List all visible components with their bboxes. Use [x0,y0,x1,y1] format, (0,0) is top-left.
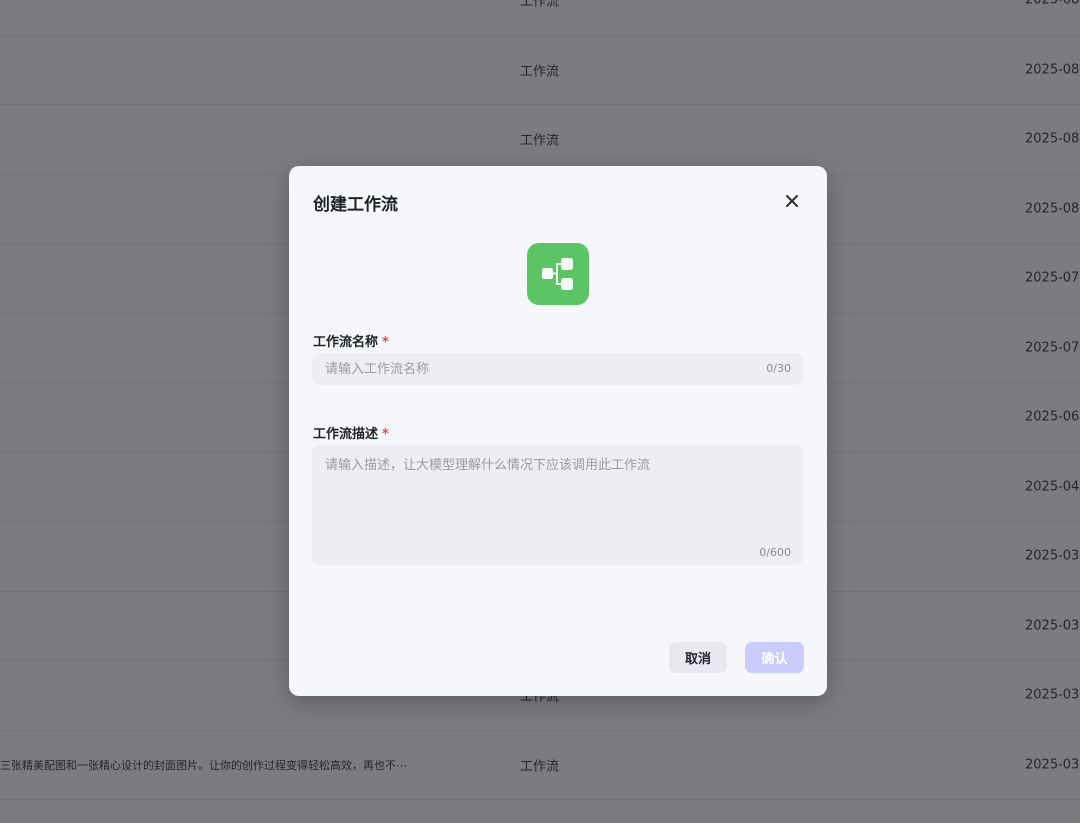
confirm-button[interactable]: 确认 [745,642,804,673]
workflow-name-label-text: 工作流名称 [313,335,379,350]
dialog-title: 创建工作流 [313,195,398,215]
close-button[interactable] [781,190,803,212]
desc-char-counter: 0/600 [759,546,791,559]
workflow-name-input[interactable] [312,353,742,385]
workflow-desc-label: 工作流描述 * [313,423,389,442]
workflow-desc-field: 0/600 [312,445,803,565]
workflow-name-label: 工作流名称 * [313,331,389,350]
workflow-name-field: 0/30 [312,353,803,385]
workflow-desc-textarea[interactable] [312,445,803,545]
required-mark: * [382,335,389,350]
create-workflow-dialog: 创建工作流 工作流名称* 0/30 工作流描述* 0/600 取消 确认 [289,166,827,696]
workflow-icon [527,243,589,305]
close-icon [786,195,798,207]
cancel-button[interactable]: 取消 [669,642,727,673]
required-mark: * [382,427,389,442]
name-char-counter: 0/30 [766,362,791,375]
workflow-desc-label-text: 工作流描述 [313,427,379,442]
